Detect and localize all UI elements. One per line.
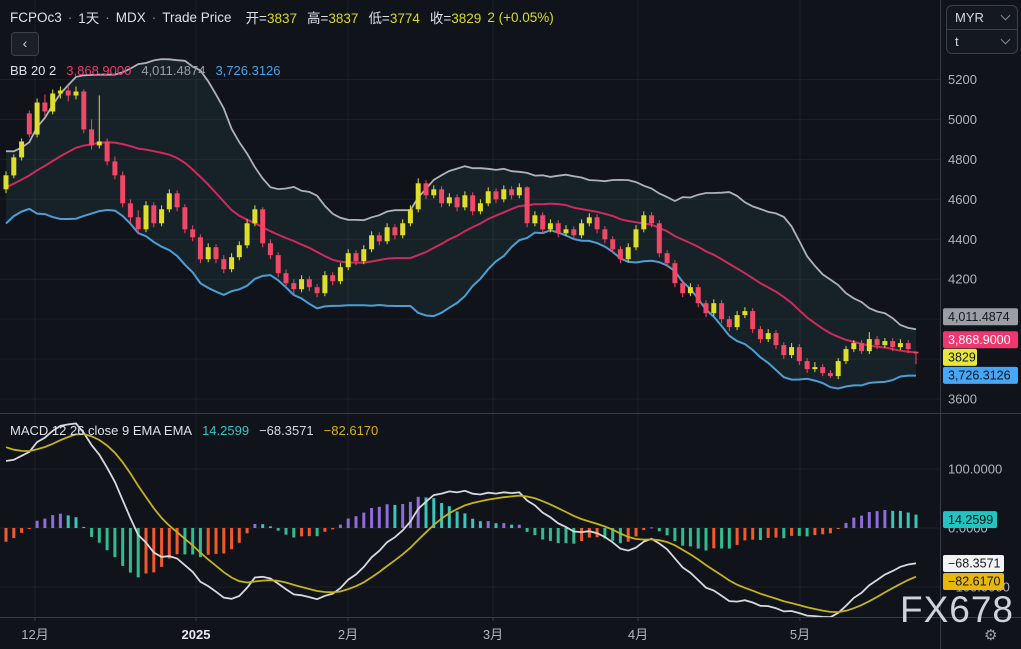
svg-text:14.2599: 14.2599 — [948, 513, 993, 527]
svg-text:2月: 2月 — [338, 627, 358, 642]
ohlc-field: 高=3837 — [307, 7, 358, 27]
collapse-legend-button[interactable]: ‹ — [11, 32, 39, 56]
exchange-label: MDX — [116, 10, 146, 25]
currency-dropdown[interactable]: MYR — [947, 6, 1017, 29]
bb-value: 4,011.4874 — [141, 63, 205, 78]
currency-value: MYR — [955, 10, 984, 25]
unit-dropdown[interactable]: t — [947, 29, 1017, 53]
unit-value: t — [955, 34, 959, 49]
svg-text:5月: 5月 — [790, 627, 810, 642]
svg-text:2025: 2025 — [182, 627, 211, 642]
ohlc-field: 收=3829 — [430, 7, 481, 27]
chart-window: 520050004800460044004200400038003600100.… — [0, 0, 1021, 649]
svg-text:5200: 5200 — [948, 72, 977, 87]
bb-value: 3,726.3126 — [215, 63, 280, 78]
macd-indicator-legend[interactable]: MACD 12 26 close 9 EMA EMA 14.2599 −68.35… — [10, 423, 388, 438]
svg-text:3月: 3月 — [483, 627, 503, 642]
macd-value: 14.2599 — [202, 423, 249, 438]
svg-text:4200: 4200 — [948, 272, 977, 287]
svg-text:100.0000: 100.0000 — [948, 462, 1002, 477]
chevron-down-icon — [1001, 35, 1011, 45]
separator: · — [152, 10, 157, 25]
svg-text:12月: 12月 — [21, 627, 48, 642]
svg-text:5000: 5000 — [948, 112, 977, 127]
ohlc-field: 低=3774 — [368, 7, 419, 27]
svg-text:3,868.9000: 3,868.9000 — [948, 333, 1011, 347]
symbol-name[interactable]: FCPOc3 — [10, 10, 62, 25]
svg-text:3,726.3126: 3,726.3126 — [948, 369, 1011, 383]
svg-text:4,011.4874: 4,011.4874 — [948, 310, 1010, 324]
bb-value: 3,868.9000 — [66, 63, 131, 78]
fx678-watermark: FX678 — [900, 589, 1014, 631]
change-value: 2 (+0.05%) — [487, 10, 553, 25]
interval-label[interactable]: 1天 — [78, 7, 99, 27]
separator: · — [68, 10, 73, 25]
svg-text:3829: 3829 — [948, 351, 976, 365]
ohlc-field: 开=3837 — [246, 7, 297, 27]
separator: · — [105, 10, 110, 25]
symbol-legend[interactable]: FCPOc3 · 1天 · MDX · Trade Price 开=3837 高=… — [10, 7, 554, 27]
ohlc-values: 开=3837 高=3837 低=3774 收=3829 — [246, 7, 482, 27]
svg-text:−82.6170: −82.6170 — [948, 575, 1001, 589]
bb-indicator-values: 3,868.9000 4,011.4874 3,726.3126 — [66, 63, 290, 78]
chevron-down-icon — [1001, 11, 1011, 21]
svg-text:−68.3571: −68.3571 — [948, 557, 1001, 571]
currency-unit-selector: MYR t — [946, 5, 1018, 54]
macd-value: −68.3571 — [259, 423, 314, 438]
macd-value: −82.6170 — [324, 423, 379, 438]
series-type-label: Trade Price — [162, 10, 231, 25]
svg-text:4800: 4800 — [948, 152, 977, 167]
bb-indicator-title: BB 20 2 — [10, 63, 56, 78]
svg-text:3600: 3600 — [948, 392, 977, 407]
chart-canvas[interactable]: 520050004800460044004200400038003600100.… — [0, 0, 1021, 649]
bb-indicator-legend[interactable]: BB 20 2 3,868.9000 4,011.4874 3,726.3126 — [10, 63, 291, 78]
macd-indicator-title: MACD 12 26 close 9 EMA EMA — [10, 423, 192, 438]
macd-indicator-values: 14.2599 −68.3571 −82.6170 — [202, 423, 388, 438]
svg-text:4400: 4400 — [948, 232, 977, 247]
svg-text:4600: 4600 — [948, 192, 977, 207]
svg-text:4月: 4月 — [628, 627, 648, 642]
